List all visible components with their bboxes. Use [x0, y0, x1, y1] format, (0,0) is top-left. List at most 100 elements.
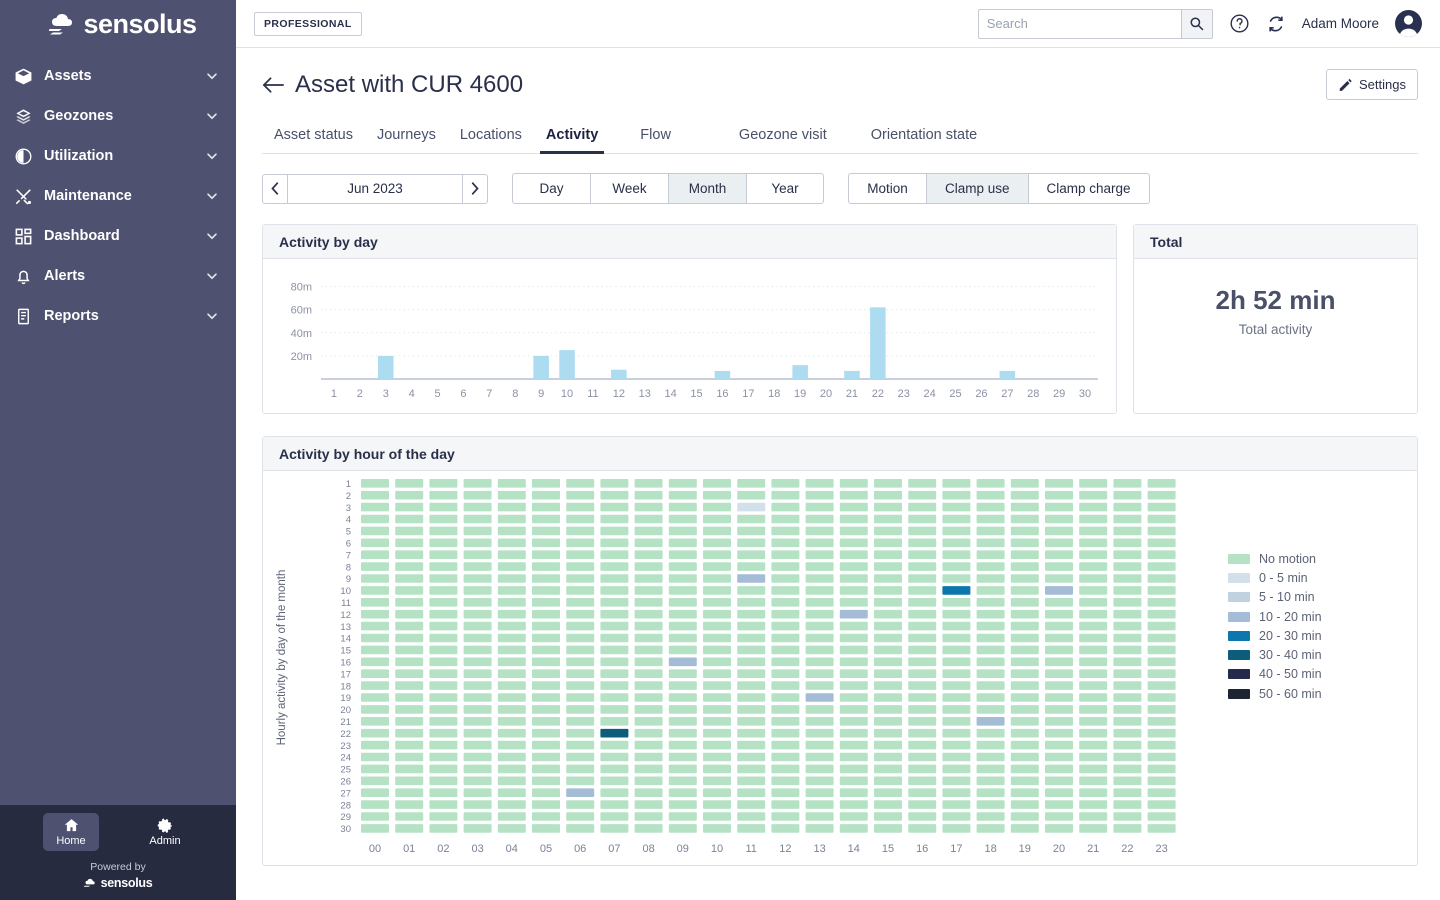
heatmap-cell[interactable]: [395, 693, 424, 702]
legend-item[interactable]: 5 - 10 min: [1228, 588, 1322, 607]
heatmap-cell[interactable]: [737, 693, 766, 702]
heatmap-cell[interactable]: [805, 526, 834, 536]
heatmap-cell[interactable]: [1010, 764, 1039, 774]
heatmap-cell[interactable]: [1079, 705, 1108, 714]
heatmap-cell[interactable]: [463, 609, 492, 619]
heatmap-cell[interactable]: [1113, 717, 1142, 726]
heatmap-cell[interactable]: [566, 502, 595, 512]
heatmap-cell[interactable]: [737, 824, 766, 833]
heatmap-cell[interactable]: [976, 586, 1005, 595]
heatmap-cell[interactable]: [497, 621, 526, 631]
heatmap-cell[interactable]: [497, 490, 526, 500]
heatmap-cell[interactable]: [839, 776, 868, 786]
heatmap-cell[interactable]: [771, 824, 800, 833]
heatmap-cell[interactable]: [497, 752, 526, 762]
tab-orientation-state[interactable]: Orientation state: [859, 127, 989, 153]
heatmap-cell[interactable]: [497, 824, 526, 833]
heatmap-cell[interactable]: [874, 586, 902, 595]
heatmap-cell[interactable]: [1079, 728, 1108, 738]
heatmap-cell[interactable]: [361, 693, 389, 702]
heatmap-cell[interactable]: [771, 586, 800, 595]
heatmap-cell[interactable]: [942, 550, 971, 559]
heatmap-cell[interactable]: [908, 776, 937, 786]
heatmap-cell[interactable]: [1079, 526, 1108, 536]
heatmap-cell[interactable]: [1113, 538, 1142, 548]
heatmap-cell[interactable]: [874, 479, 902, 488]
heatmap-cell[interactable]: [737, 502, 766, 512]
heatmap-cell[interactable]: [805, 633, 834, 643]
heatmap-cell[interactable]: [429, 609, 458, 619]
heatmap-cell[interactable]: [908, 633, 937, 643]
heatmap-cell[interactable]: [463, 764, 492, 774]
heatmap-cell[interactable]: [805, 740, 834, 750]
heatmap-cell[interactable]: [668, 705, 697, 714]
heatmap-cell[interactable]: [463, 800, 492, 809]
heatmap-cell[interactable]: [600, 669, 629, 678]
bar[interactable]: [844, 370, 860, 379]
heatmap-cell[interactable]: [805, 705, 834, 714]
heatmap-cell[interactable]: [361, 776, 389, 786]
metric-option-clamp-use[interactable]: Clamp use: [926, 173, 1028, 204]
heatmap-cell[interactable]: [942, 800, 971, 809]
heatmap-cell[interactable]: [429, 633, 458, 643]
heatmap-cell[interactable]: [532, 693, 560, 702]
heatmap-cell[interactable]: [737, 764, 766, 774]
heatmap-cell[interactable]: [361, 824, 389, 833]
heatmap-cell[interactable]: [463, 824, 492, 833]
heatmap-cell[interactable]: [737, 788, 766, 797]
avatar[interactable]: [1395, 10, 1422, 37]
heatmap-cell[interactable]: [839, 609, 868, 619]
heatmap-cell[interactable]: [497, 538, 526, 548]
heatmap-cell[interactable]: [361, 657, 389, 667]
heatmap-cell[interactable]: [976, 645, 1005, 655]
heatmap-cell[interactable]: [532, 538, 560, 548]
sidebar-item-alerts[interactable]: Alerts: [0, 256, 236, 296]
heatmap-cell[interactable]: [395, 788, 424, 797]
heatmap-cell[interactable]: [874, 681, 902, 690]
heatmap-cell[interactable]: [839, 598, 868, 607]
sidebar-home-button[interactable]: Home: [43, 813, 99, 851]
heatmap-cell[interactable]: [805, 550, 834, 559]
heatmap-cell[interactable]: [532, 550, 560, 559]
heatmap-cell[interactable]: [976, 502, 1005, 512]
heatmap-cell[interactable]: [908, 514, 937, 524]
heatmap-cell[interactable]: [497, 693, 526, 702]
heatmap-cell[interactable]: [805, 586, 834, 595]
heatmap-cell[interactable]: [805, 693, 834, 702]
heatmap-cell[interactable]: [908, 812, 937, 821]
heatmap-cell[interactable]: [1113, 824, 1142, 833]
activity-by-day-chart[interactable]: 20m40m60m80m1 2 3 4 5 6 7 8 9 10 11 12 13 14 15 16 17 18 1…: [263, 259, 1116, 413]
heatmap-cell[interactable]: [1113, 479, 1142, 488]
heatmap-cell[interactable]: [668, 502, 697, 512]
heatmap-cell[interactable]: [429, 824, 458, 833]
heatmap-cell[interactable]: [1045, 526, 1073, 536]
heatmap-cell[interactable]: [1113, 728, 1142, 738]
heatmap-cell[interactable]: [976, 764, 1005, 774]
heatmap-cell[interactable]: [600, 598, 629, 607]
heatmap-cell[interactable]: [976, 824, 1005, 833]
heatmap-cell[interactable]: [942, 490, 971, 500]
heatmap-cell[interactable]: [839, 621, 868, 631]
heatmap-cell[interactable]: [839, 728, 868, 738]
heatmap-cell[interactable]: [1079, 633, 1108, 643]
heatmap-cell[interactable]: [532, 788, 560, 797]
heatmap-cell[interactable]: [497, 705, 526, 714]
heatmap-cell[interactable]: [668, 526, 697, 536]
heatmap-cell[interactable]: [634, 657, 663, 667]
heatmap-cell[interactable]: [703, 609, 731, 619]
heatmap-cell[interactable]: [395, 812, 424, 821]
range-option-day[interactable]: Day: [512, 173, 590, 204]
heatmap-cell[interactable]: [703, 752, 731, 762]
heatmap-cell[interactable]: [839, 645, 868, 655]
heatmap-cell[interactable]: [976, 705, 1005, 714]
heatmap-cell[interactable]: [463, 717, 492, 726]
heatmap-cell[interactable]: [737, 621, 766, 631]
heatmap-cell[interactable]: [532, 633, 560, 643]
tab-journeys[interactable]: Journeys: [365, 127, 448, 153]
legend-item[interactable]: 20 - 30 min: [1228, 626, 1322, 645]
prev-period-button[interactable]: [262, 173, 288, 204]
heatmap-cell[interactable]: [1079, 490, 1108, 500]
heatmap-cell[interactable]: [1147, 740, 1176, 750]
heatmap-cell[interactable]: [463, 526, 492, 536]
heatmap-cell[interactable]: [429, 538, 458, 548]
